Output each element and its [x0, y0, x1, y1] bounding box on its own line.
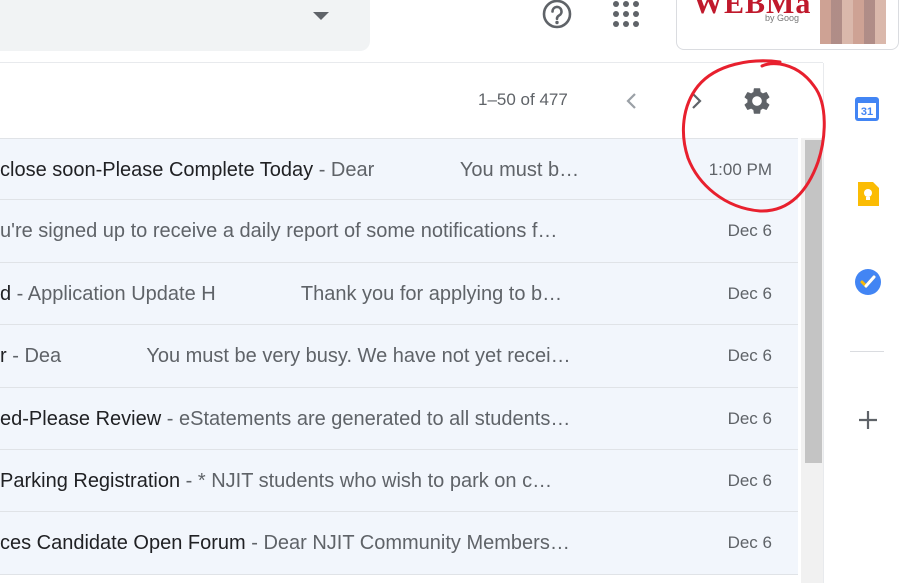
add-addon-icon[interactable] [853, 405, 883, 435]
prev-page-icon[interactable] [622, 90, 642, 112]
email-date: Dec 6 [727, 221, 772, 241]
header-divider [0, 62, 823, 63]
email-date: Dec 6 [727, 346, 772, 366]
tasks-icon[interactable] [854, 268, 882, 296]
email-snippet: - Dea You must be very busy. We have not… [6, 345, 571, 368]
email-snippet: - * NJIT students who wish to park on c… [180, 469, 553, 492]
email-row[interactable]: u're signed up to receive a daily report… [0, 200, 798, 263]
email-subject: ed-Please Review [0, 407, 162, 430]
logo-subtitle: by Goog [765, 13, 800, 23]
calendar-icon[interactable]: 31 [853, 95, 881, 123]
email-date: Dec 6 [727, 470, 772, 490]
email-date: Dec 6 [727, 408, 772, 428]
email-summary: ed-Please Review - eStatements are gener… [0, 388, 622, 449]
email-subject: r [0, 345, 7, 368]
keep-icon[interactable] [854, 180, 882, 208]
email-summary: u're signed up to receive a daily report… [0, 200, 622, 261]
email-row[interactable]: ed-Please Review - eStatements are gener… [0, 387, 798, 450]
email-summary: Parking Registration - * NJIT students w… [0, 450, 622, 511]
email-summary: close soon-Please Complete Today - Dear … [0, 139, 622, 199]
email-summary: r - Dea You must be very busy. We have n… [0, 325, 622, 386]
email-row[interactable]: close soon-Please Complete Today - Dear … [0, 138, 798, 201]
email-snippet: - Dear You must b… [313, 159, 580, 181]
email-snippet: - Dear NJIT Community Members… [245, 532, 570, 555]
email-row[interactable]: ces Candidate Open Forum - Dear NJIT Com… [0, 512, 798, 575]
email-date: 1:00 PM [708, 160, 772, 179]
email-subject: Parking Registration [0, 469, 181, 492]
side-panel [823, 63, 899, 583]
next-page-icon[interactable] [686, 90, 706, 112]
email-snippet: - Application Update H Thank you for app… [11, 282, 563, 305]
email-list: close soon-Please Complete Today - Dear … [0, 138, 798, 575]
apps-grid-icon[interactable] [610, 0, 642, 32]
side-panel-divider [850, 351, 884, 352]
settings-gear-icon[interactable] [741, 85, 773, 117]
search-bar[interactable] [0, 0, 370, 51]
email-snippet: - eStatements are generated to all stude… [161, 407, 571, 430]
email-summary: d - Application Update H Thank you for a… [0, 263, 622, 324]
email-subject: d [0, 282, 12, 305]
email-subject: close soon-Please Complete Today [0, 159, 314, 181]
scrollbar-thumb[interactable] [805, 140, 822, 463]
email-subject: ces Candidate Open Forum [0, 532, 246, 555]
search-options-icon[interactable] [313, 12, 329, 20]
help-icon[interactable] [541, 0, 573, 32]
email-row[interactable]: Parking Registration - * NJIT students w… [0, 449, 798, 513]
avatar[interactable] [820, 0, 886, 44]
calendar-day: 31 [861, 106, 873, 118]
email-snippet: u're signed up to receive a daily report… [0, 220, 558, 243]
pagination-count: 1–50 of 477 [478, 90, 568, 109]
email-date: Dec 6 [727, 533, 772, 553]
email-row[interactable]: d - Application Update H Thank you for a… [0, 262, 798, 326]
email-row[interactable]: r - Dea You must be very busy. We have n… [0, 325, 798, 388]
email-date: Dec 6 [727, 283, 772, 303]
email-summary: ces Candidate Open Forum - Dear NJIT Com… [0, 512, 622, 573]
